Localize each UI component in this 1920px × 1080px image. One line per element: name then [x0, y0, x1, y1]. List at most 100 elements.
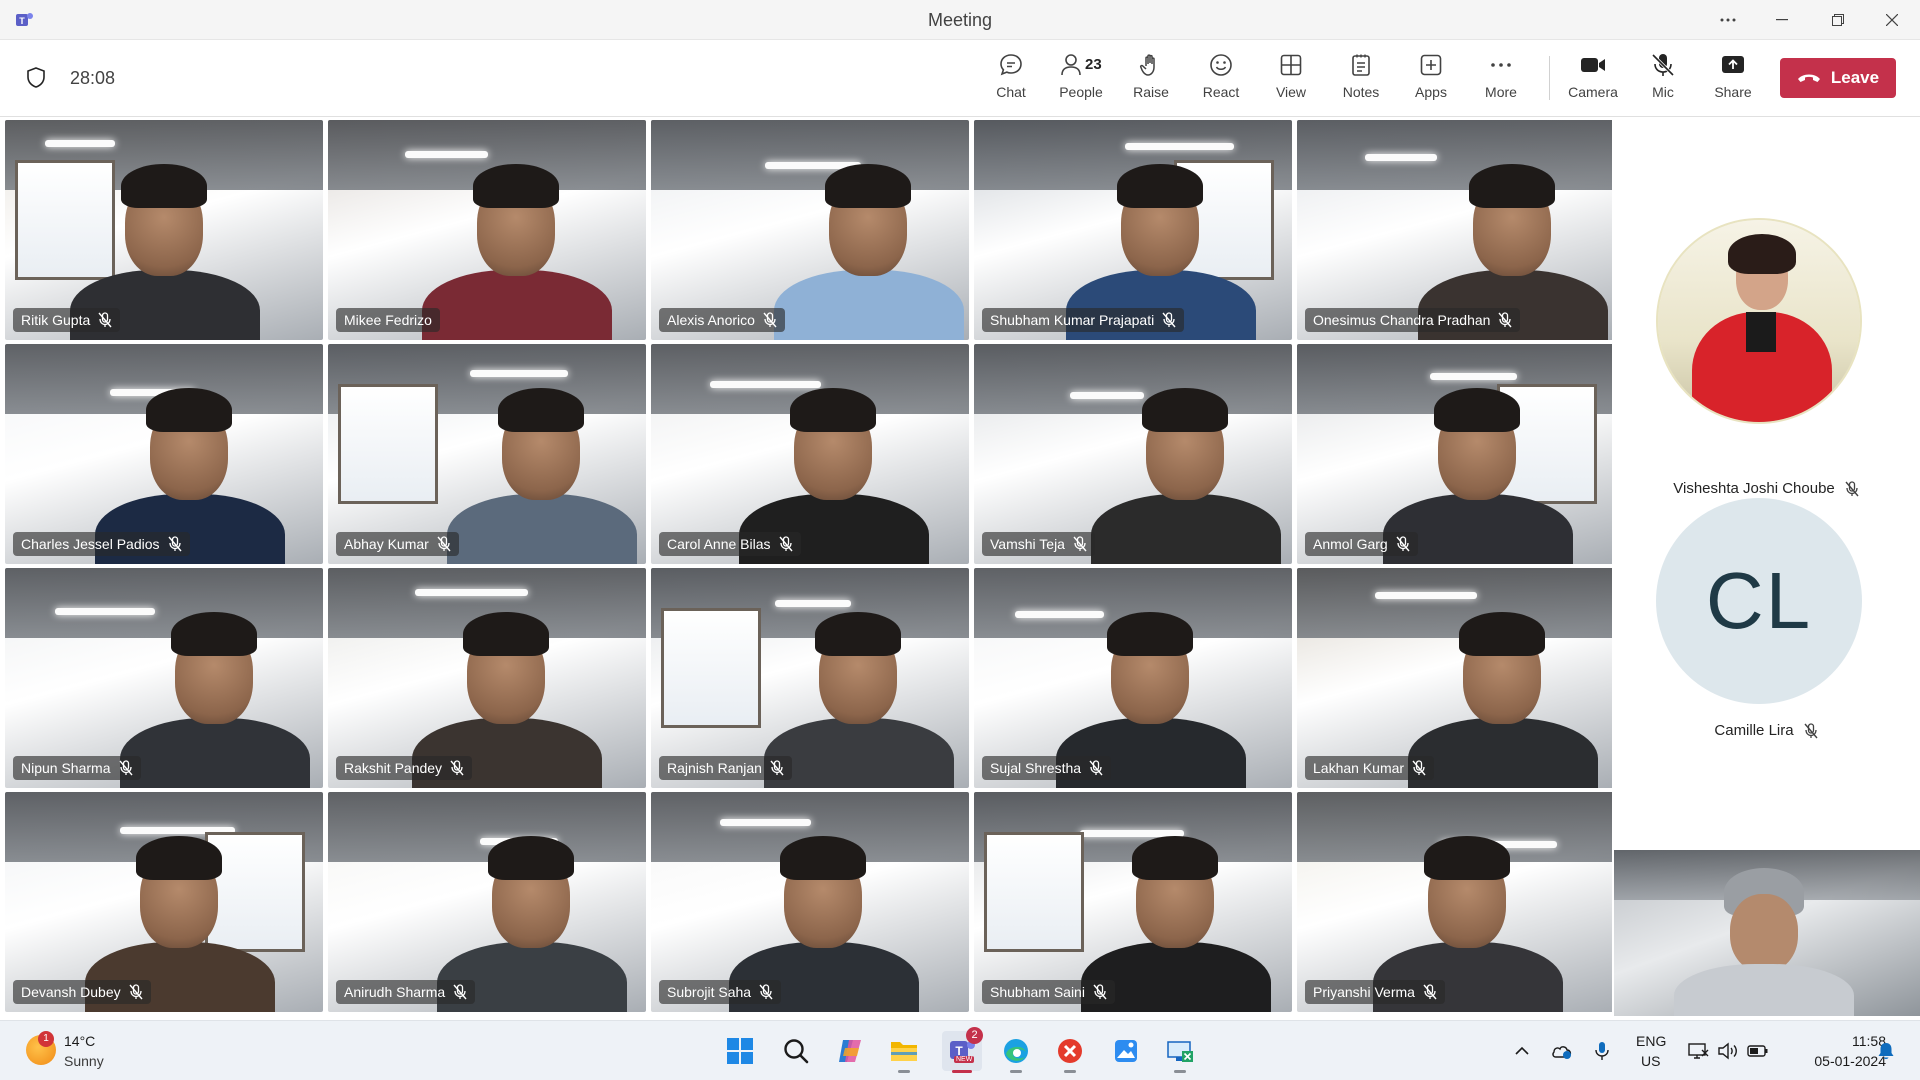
participant-video-tile[interactable]: Devansh Dubey [5, 792, 323, 1012]
search-button[interactable] [776, 1031, 816, 1071]
ceiling-light [1070, 392, 1144, 399]
participant-video-tile[interactable]: Anmol Garg [1297, 344, 1615, 564]
mic-button[interactable]: Mic [1632, 50, 1694, 110]
react-button[interactable]: React [1190, 50, 1252, 110]
people-button[interactable]: 23 People [1050, 50, 1112, 110]
microphone-tray-button[interactable] [1590, 1039, 1614, 1063]
notifications-button[interactable] [1874, 1039, 1898, 1063]
weather-temperature[interactable]: 14°C [64, 1033, 95, 1049]
participant-video-tile[interactable]: Sujal Shrestha [974, 568, 1292, 788]
participant-nameplate: Sujal Shrestha [982, 756, 1112, 780]
participant-nameplate: Rajnish Ranjan [659, 756, 792, 780]
hang-up-icon [1797, 74, 1820, 82]
participant-nameplate: Devansh Dubey [13, 980, 151, 1004]
camera-label: Camera [1568, 84, 1618, 100]
camera-button[interactable]: Camera [1562, 50, 1624, 110]
participant-body [120, 718, 310, 788]
window-title: Meeting [927, 10, 993, 30]
excel-remote-button[interactable] [1160, 1031, 1200, 1073]
weather-badge: 1 [38, 1031, 54, 1047]
people-count: 23 [1085, 56, 1102, 73]
avatar-initials: CL [1705, 556, 1813, 645]
language-indicator[interactable]: ENG [1636, 1033, 1666, 1049]
edge-button[interactable] [996, 1031, 1036, 1073]
featured-participant[interactable]: Camille Lira [1612, 722, 1920, 739]
participant-video-tile[interactable]: Alexis Anorico [651, 120, 969, 340]
participant-video-tile[interactable]: Vamshi Teja [974, 344, 1292, 564]
running-indicator [952, 1070, 972, 1073]
window-backdrop [338, 384, 438, 504]
region-indicator[interactable]: US [1641, 1053, 1660, 1069]
participant-name: Anirudh Sharma [344, 984, 446, 1000]
copilot-icon [839, 1040, 861, 1062]
participant-nameplate: Ritik Gupta [13, 308, 121, 332]
copilot-button[interactable] [830, 1031, 870, 1071]
minimize-button[interactable] [1760, 6, 1804, 34]
leave-button[interactable]: Leave [1780, 58, 1896, 98]
start-button[interactable] [720, 1031, 760, 1071]
store-button[interactable] [1106, 1031, 1146, 1071]
ceiling-backdrop [328, 792, 646, 862]
file-explorer-button[interactable] [884, 1031, 924, 1073]
participant-video-tile[interactable]: Nipun Sharma [5, 568, 323, 788]
clock-date[interactable]: 05-01-2024 [1786, 1053, 1886, 1069]
participant-video-tile[interactable]: Mikee Fedrizo [328, 120, 646, 340]
meeting-toolbar: 28:08 Chat 23 People Raise React View No… [0, 40, 1920, 117]
close-button[interactable] [1870, 6, 1914, 34]
raise-hand-button[interactable]: Raise [1120, 50, 1182, 110]
participant-video-tile[interactable]: Ritik Gupta [5, 120, 323, 340]
toolbar-divider [1549, 56, 1550, 100]
mic-off-icon [129, 984, 143, 1000]
photos-app-icon [1115, 1040, 1137, 1062]
self-view-video[interactable] [1614, 850, 1920, 1016]
participant-video-tile[interactable]: Abhay Kumar [328, 344, 646, 564]
participant-nameplate: Vamshi Teja [982, 532, 1095, 556]
participant-video-tile[interactable]: Anirudh Sharma [328, 792, 646, 1012]
featured-participant[interactable]: Visheshta Joshi Choube [1612, 480, 1920, 497]
cross-app-icon [1058, 1039, 1082, 1063]
participant-video-tile[interactable]: Onesimus Chandra Pradhan [1297, 120, 1615, 340]
more-button[interactable]: More [1470, 50, 1532, 110]
participant-name: Subrojit Saha [667, 984, 752, 1000]
participant-hair [488, 836, 574, 880]
leave-label: Leave [1830, 68, 1880, 87]
teams-taskbar-button[interactable]: T 2 NEW [942, 1027, 983, 1073]
more-icon [1491, 63, 1511, 67]
ceiling-backdrop [1297, 568, 1615, 638]
participant-body [422, 270, 612, 340]
red-app-button[interactable] [1050, 1031, 1090, 1073]
volume-button[interactable] [1716, 1039, 1740, 1063]
running-indicator [1064, 1070, 1076, 1073]
participant-video-tile[interactable]: Charles Jessel Padios [5, 344, 323, 564]
onedrive-button[interactable] [1550, 1039, 1574, 1063]
view-button[interactable]: View [1260, 50, 1322, 110]
ceiling-light [775, 600, 851, 607]
battery-button[interactable] [1746, 1039, 1770, 1063]
participant-video-tile[interactable]: Carol Anne Bilas [651, 344, 969, 564]
participant-video-tile[interactable]: Lakhan Kumar [1297, 568, 1615, 788]
ceiling-light [55, 608, 155, 615]
featured-avatar-initials[interactable]: CL [1656, 498, 1862, 704]
featured-avatar-photo[interactable] [1656, 218, 1862, 424]
more-options-button[interactable] [1706, 6, 1750, 34]
tray-overflow-button[interactable] [1510, 1039, 1534, 1063]
weather-condition[interactable]: Sunny [64, 1053, 104, 1069]
network-button[interactable] [1686, 1039, 1710, 1063]
restore-button[interactable] [1816, 6, 1860, 34]
participant-hair [1459, 612, 1545, 656]
participant-video-tile[interactable]: Shubham Saini [974, 792, 1292, 1012]
participant-video-tile[interactable]: Subrojit Saha [651, 792, 969, 1012]
participant-nameplate: Anirudh Sharma [336, 980, 476, 1004]
share-button[interactable]: Share [1702, 50, 1764, 110]
mic-off-icon [1073, 536, 1087, 552]
shield-icon[interactable] [24, 66, 48, 90]
participant-video-tile[interactable]: Rajnish Ranjan [651, 568, 969, 788]
participant-video-tile[interactable]: Shubham Kumar Prajapati [974, 120, 1292, 340]
participant-video-tile[interactable]: Priyanshi Verma [1297, 792, 1615, 1012]
participant-name: Onesimus Chandra Pradhan [1313, 312, 1491, 328]
chat-button[interactable]: Chat [980, 50, 1042, 110]
chat-icon [1000, 54, 1022, 76]
participant-video-tile[interactable]: Rakshit Pandey [328, 568, 646, 788]
apps-button[interactable]: Apps [1400, 50, 1462, 110]
notes-button[interactable]: Notes [1330, 50, 1392, 110]
